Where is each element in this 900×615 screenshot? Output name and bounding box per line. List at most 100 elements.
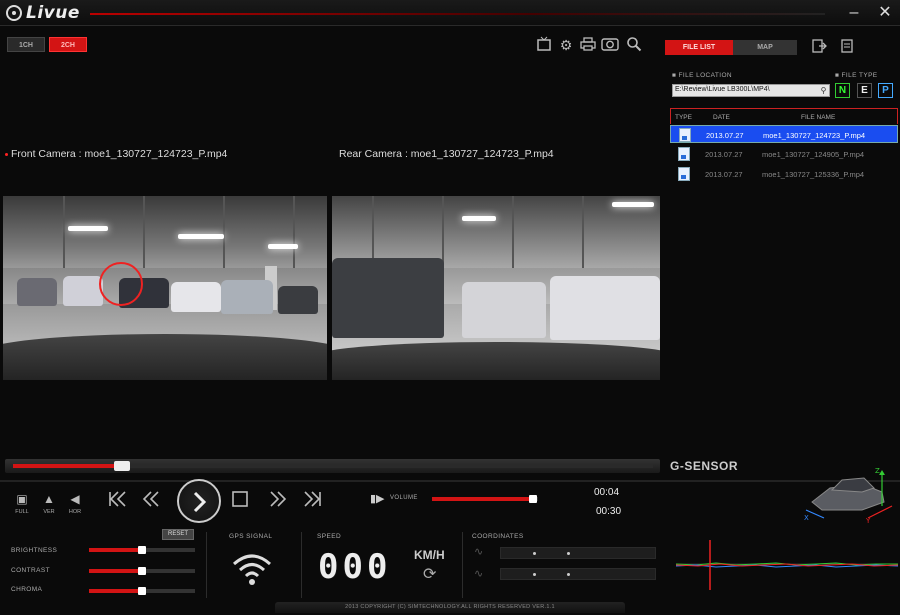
channel-2-button[interactable]: 2CH <box>49 37 87 52</box>
gsensor-title: G-SENSOR <box>670 459 739 473</box>
active-dot <box>5 152 8 156</box>
file-type-label: ■ FILE TYPE <box>835 72 878 79</box>
fast-forward-icon <box>270 491 287 507</box>
skip-to-start-button[interactable] <box>107 490 127 513</box>
brightness-slider[interactable] <box>89 546 195 554</box>
front-camera-video[interactable] <box>3 196 327 380</box>
view-vertical-label: VER <box>43 509 55 515</box>
parked-car <box>221 280 273 314</box>
view-horizontal-label: HOR <box>68 509 82 515</box>
coordinates-label: COORDINATES <box>472 533 524 540</box>
view-full-label: FULL <box>15 509 29 515</box>
chroma-fill <box>89 589 142 593</box>
file-location-input[interactable]: E:\Review\Livue LB300L\MP4\ <box>672 84 830 97</box>
skip-end-icon <box>304 491 321 507</box>
seek-progress <box>13 464 122 468</box>
contrast-fill <box>89 569 142 573</box>
file-date: 2013.07.27 <box>705 170 743 179</box>
chroma-slider[interactable] <box>89 587 195 595</box>
volume-handle[interactable] <box>528 495 537 503</box>
play-button[interactable] <box>177 479 221 523</box>
gsensor-graph <box>676 540 898 590</box>
view-horizontal-button[interactable]: ◀ HOR <box>65 492 85 520</box>
rewind-button[interactable] <box>141 490 161 513</box>
parked-car <box>550 276 660 340</box>
title-accent-line <box>90 13 825 15</box>
file-type-event-button[interactable]: E <box>857 83 872 98</box>
chroma-handle[interactable] <box>138 587 146 595</box>
file-name: moe1_130727_124723_P.mp4 <box>763 131 866 140</box>
ceiling-lamp <box>268 244 298 249</box>
parked-car <box>278 286 318 314</box>
brightness-label: BRIGHTNESS <box>11 547 58 554</box>
file-type-normal-button[interactable]: N <box>835 83 850 98</box>
rear-camera-video[interactable] <box>332 196 660 380</box>
speed-value: 000 <box>318 547 392 587</box>
axis-y-label: Y <box>865 517 871 524</box>
front-camera-label-text: Front Camera : moe1_130727_124723_P.mp4 <box>11 148 228 160</box>
play-icon <box>193 491 207 513</box>
parked-car <box>63 276 103 306</box>
parked-car <box>171 282 221 312</box>
view-vertical-button[interactable]: ▲ VER <box>39 492 59 520</box>
file-name: moe1_130727_125336_P.mp4 <box>762 170 865 179</box>
file-type-parking-button[interactable]: P <box>878 83 893 98</box>
view-full-button[interactable]: ▣ FULL <box>12 492 32 520</box>
ceiling-lamp <box>68 226 108 231</box>
seek-bar[interactable] <box>5 459 660 473</box>
contrast-handle[interactable] <box>138 567 146 575</box>
settings-icon[interactable]: ⚙ <box>557 36 575 54</box>
file-row[interactable]: 2013.07.27 moe1_130727_125336_P.mp4 <box>670 165 898 183</box>
snapshot-icon[interactable] <box>601 36 619 54</box>
location-search-icon[interactable]: ⚲ <box>818 85 829 96</box>
current-time: 00:04 <box>594 487 620 498</box>
speed-label: SPEED <box>317 533 342 540</box>
header-date[interactable]: DATE <box>713 114 730 121</box>
file-date: 2013.07.27 <box>705 150 743 159</box>
app-name: Livue <box>26 3 80 23</box>
search-icon[interactable] <box>625 36 643 54</box>
ceiling-lamp <box>462 216 496 221</box>
skip-to-end-button[interactable] <box>303 490 323 513</box>
seek-handle[interactable] <box>113 461 130 471</box>
flip-horizontal-icon: ◀ <box>70 492 80 506</box>
fast-forward-button[interactable] <box>268 490 288 513</box>
reset-button[interactable]: RESET <box>162 529 194 540</box>
refresh-icon[interactable]: ⟳ <box>423 564 436 584</box>
file-name: moe1_130727_124905_P.mp4 <box>762 150 865 159</box>
tv-icon[interactable] <box>535 36 553 54</box>
brightness-handle[interactable] <box>138 546 146 554</box>
vehicle-hood <box>3 334 327 380</box>
front-camera-label: Front Camera : moe1_130727_124723_P.mp4 <box>5 148 227 160</box>
file-info-icon[interactable] <box>838 38 856 56</box>
axis-x-label: X <box>804 514 809 522</box>
seek-track[interactable] <box>13 461 653 471</box>
file-row[interactable]: 2013.07.27 moe1_130727_124905_P.mp4 <box>670 145 898 163</box>
volume-icon[interactable]: ▮▶ <box>370 492 385 505</box>
divider <box>0 480 900 482</box>
longitude-icon: ∿ <box>474 568 484 580</box>
export-icon[interactable] <box>810 38 828 56</box>
header-file-name[interactable]: FILE NAME <box>801 114 835 121</box>
stop-icon <box>232 491 248 507</box>
skip-start-icon <box>109 491 126 507</box>
channel-1-button[interactable]: 1CH <box>7 37 45 52</box>
volume-slider[interactable] <box>432 495 538 503</box>
stop-button[interactable] <box>231 490 249 513</box>
latitude-icon: ∿ <box>474 546 484 558</box>
header-type[interactable]: TYPE <box>675 114 692 121</box>
close-button[interactable]: ✕ <box>876 4 894 22</box>
print-icon[interactable] <box>579 36 597 54</box>
file-table: TYPE DATE FILE NAME 2013.07.27 moe1_1307… <box>670 108 898 188</box>
file-row[interactable]: 2013.07.27 moe1_130727_124723_P.mp4 <box>670 125 898 143</box>
livue-logo-icon <box>6 5 22 21</box>
video-file-icon <box>678 147 690 161</box>
event-marker-circle <box>99 262 143 306</box>
tab-map[interactable]: MAP <box>733 40 797 55</box>
minimize-button[interactable]: – <box>845 4 863 22</box>
contrast-slider[interactable] <box>89 567 195 575</box>
tab-file-list[interactable]: FILE LIST <box>665 40 733 55</box>
brightness-fill <box>89 548 142 552</box>
ceiling-beam <box>143 196 145 268</box>
ceiling-beam <box>223 196 225 268</box>
